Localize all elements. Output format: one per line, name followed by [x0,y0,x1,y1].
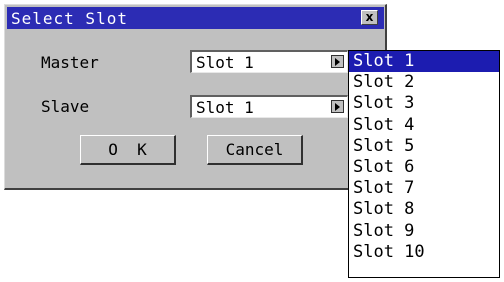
slot-option[interactable]: Slot 4 [349,115,499,136]
dialog-title: Select Slot [11,9,128,28]
slave-label: Slave [41,97,90,116]
select-slot-dialog: Select Slot x Master Slot 1 Slave Slot 1… [4,4,387,190]
slot-option[interactable]: Slot 2 [349,72,499,93]
slot-option[interactable]: Slot 5 [349,136,499,157]
slot-option[interactable]: Slot 8 [349,199,499,220]
title-bar[interactable]: Select Slot x [7,7,384,29]
slave-slot-select[interactable]: Slot 1 [190,95,348,118]
close-icon[interactable]: x [361,10,378,25]
slot-option[interactable]: Slot 10 [349,242,499,263]
slot-option[interactable]: Slot 6 [349,157,499,178]
slave-slot-value: Slot 1 [196,98,254,117]
ok-button[interactable]: O K [80,135,176,165]
slot-option[interactable]: Slot 1 [349,51,499,73]
master-label: Master [41,53,99,72]
slot-dropdown-list: Slot 1 Slot 2 Slot 3 Slot 4 Slot 5 Slot … [348,50,500,278]
slot-option[interactable]: Slot 9 [349,221,499,242]
master-slot-select[interactable]: Slot 1 [190,50,348,73]
slot-option[interactable]: Slot 7 [349,178,499,199]
master-slot-value: Slot 1 [196,53,254,72]
slot-option[interactable]: Slot 3 [349,93,499,114]
master-dropdown-arrow-icon[interactable] [331,55,344,68]
cancel-button[interactable]: Cancel [207,135,303,165]
slave-dropdown-arrow-icon[interactable] [331,100,344,113]
